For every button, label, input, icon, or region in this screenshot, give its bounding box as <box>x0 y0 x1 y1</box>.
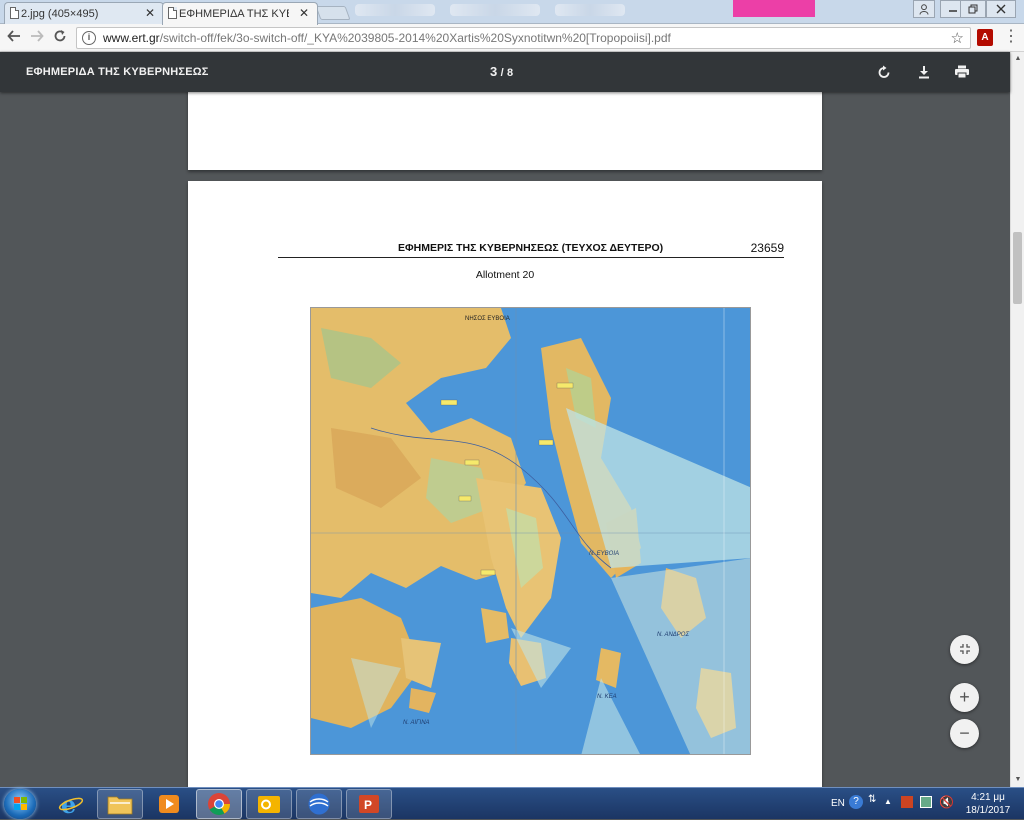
internet-explorer-icon[interactable]: e <box>48 789 94 819</box>
windows-logo-icon <box>21 797 27 803</box>
help-icon[interactable]: ? <box>849 795 863 809</box>
earth-icon[interactable] <box>296 789 342 819</box>
network-icon[interactable] <box>920 796 932 808</box>
scrollbar-thumb[interactable] <box>1013 232 1022 304</box>
rotate-icon <box>878 65 890 78</box>
chrome-icon[interactable] <box>196 789 242 819</box>
blurred-bookmark <box>555 4 625 16</box>
page-separator: / <box>500 67 504 79</box>
minimize-icon <box>949 10 957 12</box>
pdf-document-title: ΕΦΗΜΕΡΙΔΑ ΤΗΣ ΚΥΒΕΡΝΗΣΕΩΣ <box>26 66 209 78</box>
document-icon <box>10 7 19 19</box>
tab-image[interactable]: 2.jpg (405×495) ✕ <box>4 2 164 24</box>
start-button[interactable] <box>4 789 36 819</box>
back-arrow-icon <box>7 30 20 42</box>
sync-icon[interactable]: ⇅ <box>868 794 876 805</box>
blurred-bookmark <box>355 4 435 16</box>
reload-button[interactable] <box>50 29 70 48</box>
back-button[interactable] <box>4 29 24 48</box>
info-icon[interactable]: i <box>82 31 96 45</box>
forward-button[interactable] <box>27 29 47 48</box>
restore-button[interactable] <box>960 0 986 18</box>
close-tab-icon[interactable]: ✕ <box>299 6 309 20</box>
language-indicator[interactable]: EN <box>831 798 845 809</box>
action-center-flag-icon[interactable] <box>901 796 913 808</box>
map-label-kea: Ν. ΚΕΑ <box>597 694 617 700</box>
map-image <box>311 308 750 754</box>
media-player-icon[interactable] <box>146 789 192 819</box>
pink-banner <box>733 0 815 17</box>
browser-tab-strip: 2.jpg (405×495) ✕ ΕΦΗΜΕΡΙΔΑ ΤΗΣ ΚΥΒΕΡΝ ✕ <box>0 0 1024 25</box>
clock-time: 4:21 μμ <box>971 792 1005 803</box>
allotment-caption: Allotment 20 <box>475 269 535 281</box>
acrobat-extension-icon[interactable]: A <box>977 29 993 46</box>
svg-text:P: P <box>364 798 372 812</box>
windows-taskbar: e P EN ? ⇅ ▲ 🔇 4:21 μμ 18/1/2017 <box>0 787 1024 819</box>
download-button[interactable] <box>914 62 934 82</box>
pdf-page-previous <box>188 92 822 170</box>
windows-logo-icon <box>14 804 20 810</box>
scroll-down-arrow-icon[interactable]: ▼ <box>1011 773 1024 787</box>
fit-to-page-icon <box>959 644 970 654</box>
powerpoint-icon[interactable]: P <box>346 789 392 819</box>
show-hidden-icons-icon[interactable]: ▲ <box>884 797 892 806</box>
file-explorer-icon[interactable] <box>97 789 143 819</box>
outlook-icon[interactable] <box>246 789 292 819</box>
tab-title: 2.jpg (405×495) <box>21 7 99 20</box>
zoom-in-button[interactable]: + <box>950 683 979 712</box>
pdf-page: ΕΦΗΜΕΡΙΣ ΤΗΣ ΚΥΒΕΡΝΗΣΕΩΣ (ΤΕΥΧΟΣ ΔΕΥΤΕΡΟ… <box>188 181 822 787</box>
system-tray: EN ? ⇅ ▲ 🔇 4:21 μμ 18/1/2017 <box>827 788 1024 820</box>
bookmark-star-icon[interactable]: ☆ <box>951 29 964 47</box>
user-icon <box>919 3 929 15</box>
map-label-evia-island: ΝΗΣΟΣ ΕΥΒΟΙΑ <box>465 316 510 322</box>
close-window-button[interactable] <box>986 0 1016 18</box>
tab-title: ΕΦΗΜΕΡΙΔΑ ΤΗΣ ΚΥΒΕΡΝ <box>179 8 289 20</box>
download-icon <box>919 66 929 79</box>
pdf-viewport[interactable]: ΕΦΗΜΕΡΙΣ ΤΗΣ ΚΥΒΕΡΝΗΣΕΩΣ (ΤΕΥΧΟΣ ΔΕΥΤΕΡΟ… <box>0 92 1010 787</box>
close-tab-icon[interactable]: ✕ <box>145 6 155 20</box>
current-page-input[interactable]: 3 <box>490 64 497 79</box>
zoom-out-button[interactable]: − <box>950 719 979 748</box>
windows-logo-icon <box>21 804 27 810</box>
clock-date: 18/1/2017 <box>965 805 1011 816</box>
restore-icon <box>968 4 978 14</box>
forward-arrow-icon <box>31 30 44 42</box>
vertical-scrollbar[interactable]: ▲ ▼ <box>1010 52 1024 787</box>
gazette-page-number: 23659 <box>750 241 784 255</box>
rotate-button[interactable] <box>874 62 894 82</box>
browser-toolbar: i www.ert.gr/switch-off/fek/3o-switch-of… <box>0 24 1024 52</box>
map-label-andros: Ν. ΑΝΔΡΟΣ <box>657 632 690 638</box>
address-bar[interactable]: i www.ert.gr/switch-off/fek/3o-switch-of… <box>76 27 971 49</box>
volume-muted-icon[interactable]: 🔇 <box>939 795 954 809</box>
reload-icon <box>54 30 66 42</box>
chrome-menu-icon[interactable]: ⋮ <box>1003 27 1019 47</box>
new-tab-button[interactable] <box>315 6 351 20</box>
tab-pdf[interactable]: ΕΦΗΜΕΡΙΔΑ ΤΗΣ ΚΥΒΕΡΝ ✕ <box>162 2 318 25</box>
document-icon <box>168 7 177 19</box>
frequency-allotment-map: ΝΗΣΟΣ ΕΥΒΟΙΑ Ν. ΕΥΒΟΙΑ Ν. ΑΝΔΡΟΣ Ν. ΚΕΑ … <box>310 307 751 755</box>
print-icon <box>955 65 969 79</box>
map-label-evia: Ν. ΕΥΒΟΙΑ <box>589 551 620 557</box>
print-button[interactable] <box>952 62 972 82</box>
map-label-aegina: Ν. ΑΙΓΙΝΑ <box>403 720 430 726</box>
url-path: /switch-off/fek/3o-switch-off/_KYA%20398… <box>159 31 671 45</box>
user-profile-button[interactable] <box>913 0 935 18</box>
total-pages: 8 <box>506 67 514 79</box>
close-icon <box>996 4 1006 14</box>
scroll-up-arrow-icon[interactable]: ▲ <box>1011 52 1024 66</box>
clock[interactable]: 4:21 μμ 18/1/2017 <box>961 791 1015 817</box>
pdf-toolbar: ΕΦΗΜΕΡΙΔΑ ΤΗΣ ΚΥΒΕΡΝΗΣΕΩΣ 3 / 8 <box>0 52 1010 92</box>
page-indicator: 3 / 8 <box>490 64 513 79</box>
windows-logo-icon <box>14 797 20 803</box>
page-header: ΕΦΗΜΕΡΙΣ ΤΗΣ ΚΥΒΕΡΝΗΣΕΩΣ (ΤΕΥΧΟΣ ΔΕΥΤΕΡΟ… <box>278 241 784 258</box>
url-host: www.ert.gr <box>103 31 160 45</box>
gazette-header-title: ΕΦΗΜΕΡΙΣ ΤΗΣ ΚΥΒΕΡΝΗΣΕΩΣ (ΤΕΥΧΟΣ ΔΕΥΤΕΡΟ… <box>398 242 664 254</box>
blurred-bookmark <box>450 4 540 16</box>
fit-to-page-button[interactable] <box>950 635 979 664</box>
